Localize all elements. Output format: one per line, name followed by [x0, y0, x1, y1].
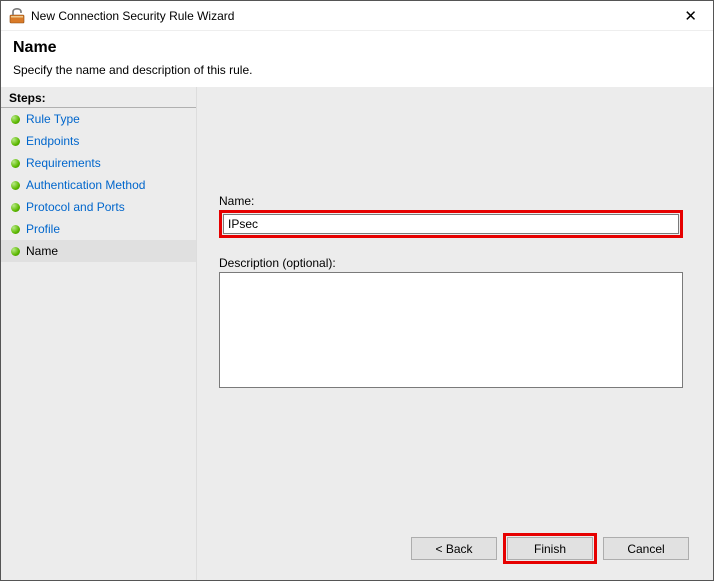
- steps-sidebar: Steps: Rule Type Endpoints Requirements …: [1, 87, 196, 580]
- main-panel: Name: Description (optional): < Back Fin…: [196, 87, 713, 580]
- bullet-icon: [11, 225, 20, 234]
- window-title: New Connection Security Rule Wizard: [31, 9, 234, 23]
- bullet-icon: [11, 137, 20, 146]
- step-label: Endpoints: [26, 134, 79, 148]
- titlebar: New Connection Security Rule Wizard ✕: [1, 1, 713, 31]
- step-label: Authentication Method: [26, 178, 145, 192]
- bullet-icon: [11, 203, 20, 212]
- bullet-icon: [11, 159, 20, 168]
- bullet-icon: [11, 115, 20, 124]
- description-textarea[interactable]: [219, 272, 683, 388]
- description-label: Description (optional):: [219, 256, 683, 270]
- page-subtitle: Specify the name and description of this…: [13, 63, 701, 77]
- wizard-window: New Connection Security Rule Wizard ✕ Na…: [0, 0, 714, 581]
- step-name[interactable]: Name: [1, 240, 196, 262]
- step-label: Requirements: [26, 156, 101, 170]
- button-row: < Back Finish Cancel: [411, 533, 689, 564]
- name-label: Name:: [219, 194, 683, 208]
- step-requirements[interactable]: Requirements: [1, 152, 196, 174]
- step-endpoints[interactable]: Endpoints: [1, 130, 196, 152]
- bullet-icon: [11, 181, 20, 190]
- page-title: Name: [13, 39, 701, 57]
- steps-heading: Steps:: [1, 89, 196, 108]
- step-label: Profile: [26, 222, 60, 236]
- step-label: Protocol and Ports: [26, 200, 125, 214]
- finish-button-highlight: Finish: [503, 533, 597, 564]
- app-icon: [9, 8, 25, 24]
- step-label: Name: [26, 244, 58, 258]
- name-input-highlight: [219, 210, 683, 238]
- step-profile[interactable]: Profile: [1, 218, 196, 240]
- cancel-button[interactable]: Cancel: [603, 537, 689, 560]
- step-authentication-method[interactable]: Authentication Method: [1, 174, 196, 196]
- step-protocol-and-ports[interactable]: Protocol and Ports: [1, 196, 196, 218]
- name-input[interactable]: [223, 214, 679, 234]
- finish-button[interactable]: Finish: [507, 537, 593, 560]
- step-rule-type[interactable]: Rule Type: [1, 108, 196, 130]
- close-icon[interactable]: ✕: [678, 5, 703, 27]
- bullet-icon: [11, 247, 20, 256]
- wizard-header: Name Specify the name and description of…: [1, 31, 713, 87]
- back-button[interactable]: < Back: [411, 537, 497, 560]
- step-label: Rule Type: [26, 112, 80, 126]
